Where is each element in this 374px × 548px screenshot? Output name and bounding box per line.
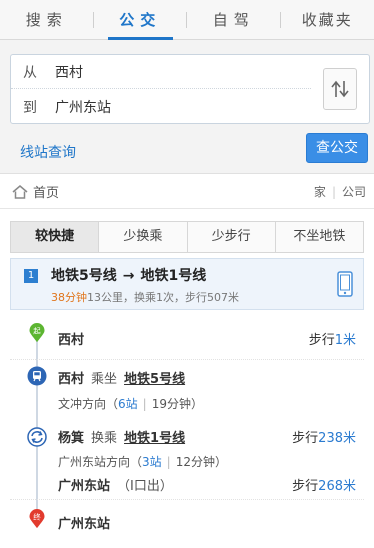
metro-icon [27, 366, 47, 386]
route-input-box: 从 西村 到 广州东站 [10, 54, 370, 124]
transfer-station: 杨箕 [58, 431, 85, 446]
end-marker-icon: 终 [29, 509, 45, 529]
from-label: 从 [23, 64, 37, 81]
search-bus-button[interactable]: 查公交 [306, 133, 368, 163]
quick-company-link[interactable]: 公司 [342, 185, 366, 199]
home-icon [12, 184, 28, 199]
plan-summary-text: 13公里，换乘1次，步行507米 [87, 291, 239, 304]
from-row[interactable]: 从 西村 [11, 55, 311, 89]
start-walk: 步行1米 [308, 333, 356, 348]
start-marker-text: 起 [33, 326, 41, 335]
transfer-walk: 步行238米 [292, 431, 356, 446]
route-filter-tabs: 较快捷 少换乘 少步行 不坐地铁 [10, 221, 364, 253]
plan-meta: 38分钟13公里，换乘1次，步行507米 [51, 289, 239, 305]
transfer-direction: 广州东站方向（3站 | 12分钟） [58, 455, 227, 469]
board-direction: 文冲方向（6站 | 19分钟） [58, 397, 203, 411]
from-field[interactable]: 西村 [41, 62, 83, 82]
start-walk-distance: 1米 [334, 333, 356, 348]
route-panel: 从 西村 到 广州东站 线站查询 查公交 [0, 40, 374, 174]
start-station: 西村 [58, 333, 85, 348]
plan-arrow: → [122, 268, 135, 284]
filter-less-walking[interactable]: 少步行 [188, 222, 276, 252]
station-query-link[interactable]: 线站查询 [20, 142, 76, 162]
phone-icon[interactable] [337, 271, 353, 297]
start-marker-icon: 起 [29, 323, 45, 343]
tab-search[interactable]: 搜索 [0, 0, 94, 39]
quick-separator: | [331, 185, 336, 199]
plan-title: 地铁5号线 → 地铁1号线 [51, 265, 206, 285]
end-station: 广州东站 [58, 517, 111, 532]
board-stop-count[interactable]: 6站 [118, 397, 138, 411]
board-station: 西村 [58, 372, 85, 387]
plan-time: 38分钟 [51, 291, 87, 304]
step-divider [10, 359, 364, 360]
transfer-icon [27, 427, 47, 447]
to-label: 到 [23, 100, 37, 116]
exit-instruction: 广州东站 （I口出） [58, 475, 180, 494]
route-steps: 起 西村 步行1米 西村 乘坐 地铁5号线 文冲方向（6站 | 19分钟） 杨箕 换乘 地铁… [10, 311, 364, 548]
transfer-line-link[interactable]: 地铁1号线 [124, 431, 185, 446]
quick-links: 家 | 公司 [314, 175, 366, 209]
top-tab-bar: 搜索 公交 自驾 收藏夹 [0, 0, 374, 40]
filter-fastest[interactable]: 较快捷 [11, 222, 100, 252]
breadcrumb-home[interactable]: 首页 [33, 182, 59, 201]
transfer-walk-distance: 238米 [318, 431, 356, 446]
board-line-link[interactable]: 地铁5号线 [124, 372, 185, 387]
step-divider [10, 499, 364, 500]
plan-line-b: 地铁1号线 [140, 268, 207, 284]
filter-no-metro[interactable]: 不坐地铁 [276, 222, 363, 252]
swap-arrows-icon [331, 80, 349, 98]
quick-home-link[interactable]: 家 [314, 185, 326, 199]
exit-walk: 步行268米 [292, 479, 356, 494]
tab-favorites[interactable]: 收藏夹 [281, 0, 374, 39]
to-row[interactable]: 到 广州东站 [11, 90, 311, 124]
board-instruction: 西村 乘坐 地铁5号线 [58, 372, 186, 387]
plan-line-a: 地铁5号线 [51, 268, 117, 284]
plan-summary[interactable]: 1 地铁5号线 → 地铁1号线 38分钟13公里，换乘1次，步行507米 [10, 258, 364, 310]
exit-walk-distance: 268米 [318, 479, 356, 494]
exit-station: 广州东站 [58, 479, 111, 494]
tab-bus[interactable]: 公交 [94, 0, 188, 40]
transfer-stop-count[interactable]: 3站 [142, 455, 162, 469]
tab-drive[interactable]: 自驾 [187, 0, 281, 39]
exit-note: （I口出） [117, 479, 173, 494]
plan-index-badge: 1 [24, 269, 38, 283]
to-field[interactable]: 广州东站 [41, 97, 111, 117]
swap-button[interactable] [323, 68, 357, 110]
end-marker-text: 终 [33, 511, 41, 521]
breadcrumb: 首页 家 | 公司 [0, 175, 374, 209]
filter-fewer-transfers[interactable]: 少换乘 [99, 222, 188, 252]
transfer-instruction: 杨箕 换乘 地铁1号线 [58, 431, 186, 446]
